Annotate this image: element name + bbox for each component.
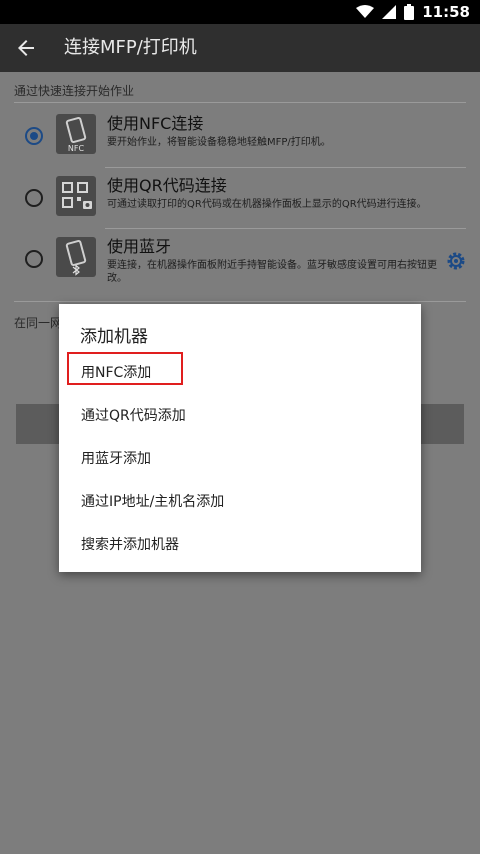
menu-item-label: 用蓝牙添加 <box>81 451 151 467</box>
option-qr[interactable]: 使用QR代码连接 可通过读取打印的QR代码或在机器操作面板上显示的QR代码进行连… <box>0 168 480 228</box>
gear-icon[interactable] <box>446 251 466 271</box>
option-qr-desc: 可通过读取打印的QR代码或在机器操作面板上显示的QR代码进行连接。 <box>107 199 427 210</box>
battery-icon <box>404 4 415 20</box>
add-machine-dialog: 添加机器 用NFC添加 通过QR代码添加 用蓝牙添加 通过IP地址/主机名添加 … <box>59 304 421 572</box>
option-qr-title: 使用QR代码连接 <box>107 176 227 195</box>
divider <box>14 301 466 302</box>
status-icons: 11:58 <box>356 0 470 24</box>
option-bluetooth-title: 使用蓝牙 <box>107 237 172 256</box>
qr-code-icon <box>56 176 96 216</box>
radio-nfc[interactable] <box>25 127 43 145</box>
menu-item-add-qr[interactable]: 通过QR代码添加 <box>59 393 421 436</box>
option-nfc-title: 使用NFC连接 <box>107 114 204 133</box>
signal-icon <box>382 5 397 19</box>
option-bluetooth-desc: 要连接，在机器操作面板附近手持智能设备。蓝牙敏感度设置可用右按钮更改。 <box>107 260 437 284</box>
option-nfc[interactable]: NFC 使用NFC连接 要开始作业，将智能设备稳稳地轻触MFP/打印机。 <box>0 106 480 166</box>
menu-item-add-nfc[interactable]: 用NFC添加 <box>59 350 421 393</box>
menu-item-label: 搜索并添加机器 <box>81 537 179 553</box>
same-network-label: 在同一网 <box>14 316 63 330</box>
back-arrow-icon[interactable] <box>14 36 38 60</box>
menu-item-add-ip[interactable]: 通过IP地址/主机名添加 <box>59 479 421 522</box>
page-title: 连接MFP/打印机 <box>64 37 197 58</box>
app-bar: 连接MFP/打印机 <box>0 24 480 72</box>
menu-item-label: 通过IP地址/主机名添加 <box>81 494 225 510</box>
menu-item-search-add[interactable]: 搜索并添加机器 <box>59 522 421 565</box>
menu-item-label: 通过QR代码添加 <box>81 408 186 424</box>
option-bluetooth[interactable]: 使用蓝牙 要连接，在机器操作面板附近手持智能设备。蓝牙敏感度设置可用右按钮更改。 <box>0 229 480 289</box>
bluetooth-phone-icon <box>56 237 96 277</box>
dialog-title: 添加机器 <box>80 327 148 347</box>
radio-bluetooth[interactable] <box>25 250 43 268</box>
status-bar: 11:58 <box>0 0 480 24</box>
nfc-icon-text: NFC <box>68 144 85 153</box>
divider <box>14 102 466 103</box>
nfc-phone-icon: NFC <box>56 114 96 154</box>
menu-item-label: 用NFC添加 <box>81 365 152 381</box>
wifi-icon <box>356 5 375 18</box>
menu-item-add-bluetooth[interactable]: 用蓝牙添加 <box>59 436 421 479</box>
radio-qr[interactable] <box>25 189 43 207</box>
status-time: 11:58 <box>422 3 470 21</box>
option-nfc-desc: 要开始作业，将智能设备稳稳地轻触MFP/打印机。 <box>107 137 331 148</box>
quick-connect-label: 通过快速连接开始作业 <box>14 84 135 98</box>
